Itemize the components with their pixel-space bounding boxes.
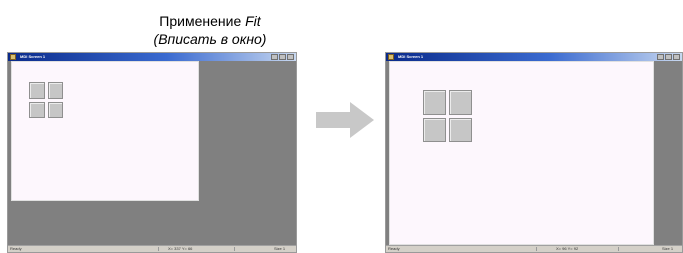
status-ready: Ready [10, 246, 22, 251]
close-icon[interactable] [673, 54, 680, 60]
tile-grid [29, 82, 63, 118]
maximize-icon[interactable] [665, 54, 672, 60]
caption-prefix: Применение [159, 13, 246, 29]
tile-grid [423, 90, 472, 142]
screen-canvas[interactable] [389, 61, 654, 245]
window-title: MDI Screen 1 [398, 54, 424, 59]
window-before: MDI Screen 1 Ready X= 337 Y= 66 Size 1 [7, 52, 297, 253]
status-divider [158, 247, 159, 251]
status-bar: Ready X= 96 Y= 92 Size 1 [386, 245, 682, 252]
tile [47, 101, 63, 118]
tile [47, 82, 63, 99]
tile [423, 90, 446, 115]
status-divider [234, 247, 235, 251]
caption: Применение Fit (Вписать в окно) [110, 12, 310, 48]
tile [29, 101, 45, 118]
status-size: Size 1 [662, 246, 674, 251]
window-title: MDI Screen 1 [20, 54, 46, 59]
minimize-icon[interactable] [271, 54, 278, 60]
caption-line-1: Применение Fit [110, 12, 310, 30]
window-controls [657, 54, 680, 60]
window-controls [271, 54, 294, 60]
tile [449, 117, 472, 142]
right-arrow-icon [316, 102, 374, 138]
title-bar[interactable]: MDI Screen 1 [8, 53, 296, 61]
app-icon[interactable] [388, 54, 394, 60]
window-after: MDI Screen 1 Ready X= 96 Y= 92 Size 1 [385, 52, 683, 253]
status-coordinates: X= 337 Y= 66 [168, 246, 193, 251]
app-icon[interactable] [10, 54, 16, 60]
status-divider [618, 247, 619, 251]
status-divider [536, 247, 537, 251]
caption-line-2: (Вписать в окно) [153, 31, 267, 47]
screen-canvas[interactable] [11, 61, 199, 201]
caption-fit: Fit [245, 13, 261, 29]
status-bar: Ready X= 337 Y= 66 Size 1 [8, 245, 296, 252]
minimize-icon[interactable] [657, 54, 664, 60]
status-size: Size 1 [274, 246, 286, 251]
tile [449, 90, 472, 115]
tile [29, 82, 45, 99]
maximize-icon[interactable] [279, 54, 286, 60]
close-icon[interactable] [287, 54, 294, 60]
tile [423, 117, 446, 142]
status-ready: Ready [388, 246, 400, 251]
title-bar[interactable]: MDI Screen 1 [386, 53, 682, 61]
status-coordinates: X= 96 Y= 92 [556, 246, 579, 251]
